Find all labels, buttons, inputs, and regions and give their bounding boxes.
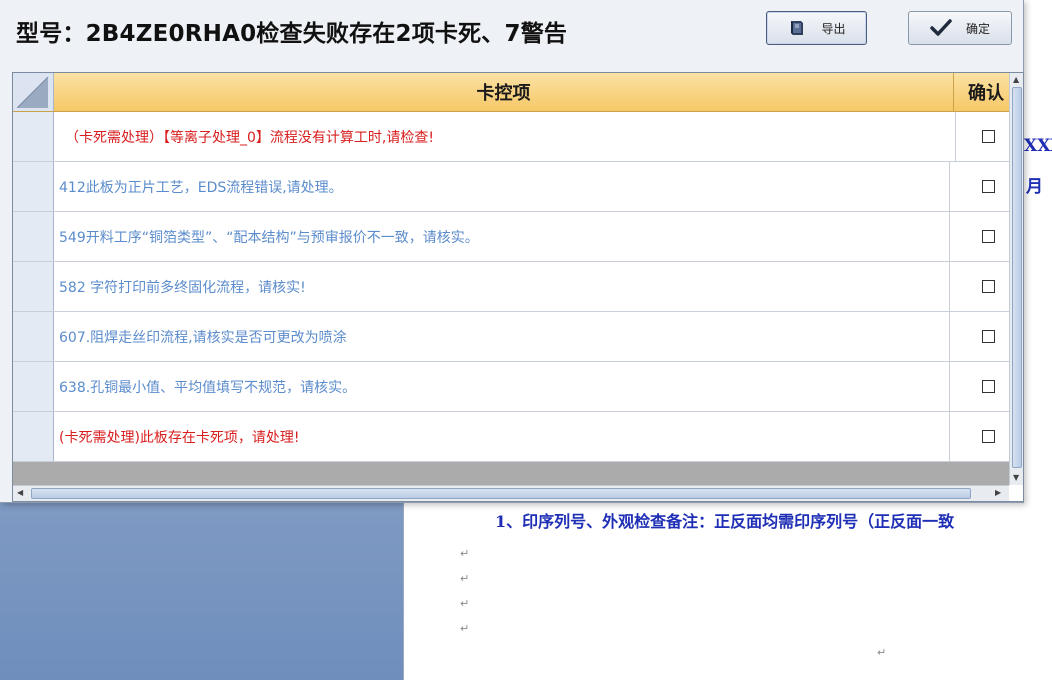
confirm-checkbox[interactable] — [982, 430, 995, 443]
checkmark-icon — [930, 18, 952, 38]
row-header[interactable] — [13, 162, 54, 211]
grid-select-all-corner[interactable] — [13, 73, 54, 111]
confirm-button[interactable]: 确定 — [908, 11, 1012, 45]
confirm-checkbox[interactable] — [982, 380, 995, 393]
table-row: 412此板为正片工艺，EDS流程错误,请处理。 — [13, 162, 1009, 212]
row-header[interactable] — [13, 312, 54, 361]
paragraph-mark: ↵ — [460, 547, 470, 560]
confirm-checkbox[interactable] — [982, 330, 995, 343]
row-header[interactable] — [13, 412, 54, 461]
row-item-text[interactable]: 549开料工序“铜箔类型”、“配本结构”与预审报价不一致，请核实。 — [59, 212, 950, 261]
confirm-checkbox[interactable] — [982, 180, 995, 193]
scroll-left-arrow-icon[interactable]: ◀ — [17, 488, 23, 497]
column-header-control-item[interactable]: 卡控项 — [54, 73, 954, 111]
row-item-text[interactable]: （卡死需处理）【等离子处理_0】流程没有计算工时,请检查! — [59, 112, 956, 161]
row-item-text[interactable]: 607.阻焊走丝印流程,请核实是否可更改为喷涂 — [59, 312, 950, 361]
export-label: 导出 — [821, 21, 846, 36]
export-button[interactable]: 导出 — [766, 11, 867, 45]
table-row: 607.阻焊走丝印流程,请核实是否可更改为喷涂 — [13, 312, 1009, 362]
paragraph-mark: ↵ — [460, 622, 470, 635]
vertical-scrollbar[interactable]: ▲ ▼ — [1009, 73, 1023, 485]
row-item-text[interactable]: (卡死需处理)此板存在卡死项，请处理! — [59, 412, 950, 461]
background-doc-line: 1、印序列号、外观检查备注：正反面均需印序列号（正反面一致 — [495, 512, 955, 531]
grid-header: 卡控项 确认 — [13, 73, 1009, 112]
horizontal-scrollbar[interactable]: ◀ ▶ — [13, 485, 1009, 501]
background-doc-snippet: XXX — [1024, 136, 1052, 156]
table-row: （卡死需处理）【等离子处理_0】流程没有计算工时,请检查! — [13, 112, 1009, 162]
confirm-label: 确定 — [965, 21, 990, 36]
scroll-down-arrow-icon[interactable]: ▼ — [1013, 473, 1019, 482]
grid-empty-area — [13, 462, 1009, 485]
check-result-dialog: 型号：2B4ZE0RHA0检查失败存在2项卡死、7警告 导出 确定 卡控项 确认… — [0, 0, 1024, 503]
row-item-text[interactable]: 638.孔铜最小值、平均值填写不规范，请核实。 — [59, 362, 950, 411]
scroll-up-arrow-icon[interactable]: ▲ — [1013, 75, 1019, 84]
row-item-text[interactable]: 412此板为正片工艺，EDS流程错误,请处理。 — [59, 162, 950, 211]
horizontal-scroll-thumb[interactable] — [31, 488, 971, 499]
paragraph-mark: ↵ — [460, 572, 470, 585]
table-row: (卡死需处理)此板存在卡死项，请处理! — [13, 412, 1009, 462]
book-icon — [787, 18, 807, 38]
confirm-checkbox[interactable] — [982, 230, 995, 243]
row-header[interactable] — [13, 112, 54, 161]
table-row: 582 字符打印前多终固化流程，请核实! — [13, 262, 1009, 312]
column-header-confirm[interactable]: 确认 — [954, 73, 1014, 111]
row-header[interactable] — [13, 212, 54, 261]
confirm-checkbox[interactable] — [982, 130, 995, 143]
check-items-grid: 卡控项 确认 （卡死需处理）【等离子处理_0】流程没有计算工时,请检查! 412… — [12, 72, 1024, 502]
row-header[interactable] — [13, 262, 54, 311]
scroll-right-arrow-icon[interactable]: ▶ — [995, 488, 1001, 497]
row-header[interactable] — [13, 362, 54, 411]
vertical-scroll-thumb[interactable] — [1012, 87, 1022, 468]
confirm-checkbox[interactable] — [982, 280, 995, 293]
table-row: 638.孔铜最小值、平均值填写不规范，请核实。 — [13, 362, 1009, 412]
paragraph-mark: ↵ — [877, 646, 887, 659]
grid-rows: （卡死需处理）【等离子处理_0】流程没有计算工时,请检查! 412此板为正片工艺… — [13, 112, 1009, 462]
dialog-title: 型号：2B4ZE0RHA0检查失败存在2项卡死、7警告 — [16, 21, 568, 47]
row-item-text[interactable]: 582 字符打印前多终固化流程，请核实! — [59, 262, 950, 311]
table-row: 549开料工序“铜箔类型”、“配本结构”与预审报价不一致，请核实。 — [13, 212, 1009, 262]
paragraph-mark: ↵ — [460, 597, 470, 610]
background-doc-snippet: 月（ — [1026, 177, 1052, 197]
